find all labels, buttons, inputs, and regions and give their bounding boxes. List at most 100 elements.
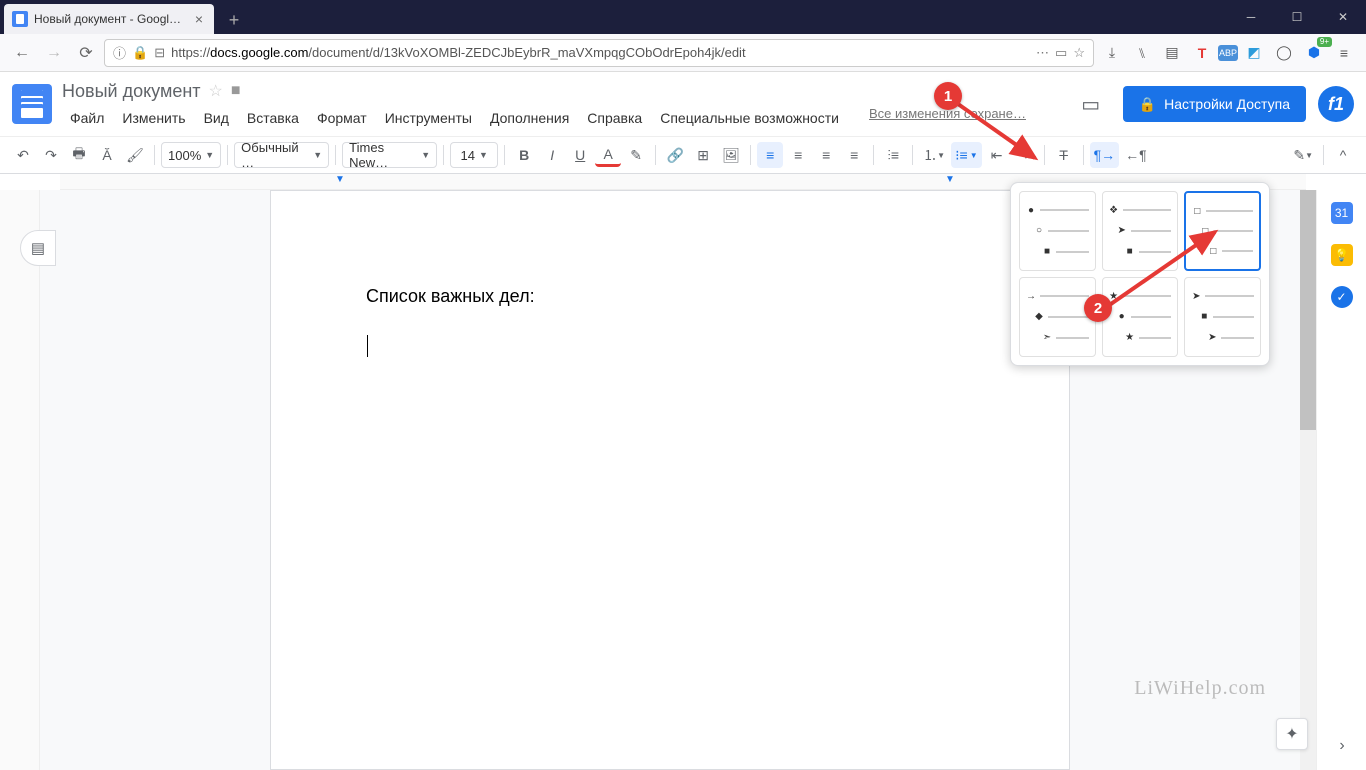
info-icon[interactable]: ⓘ — [113, 43, 126, 62]
clear-formatting-button[interactable]: T — [1051, 142, 1077, 168]
move-folder-icon[interactable]: ■ — [231, 82, 241, 100]
docs-favicon — [12, 11, 28, 27]
minimize-button[interactable]: ─ — [1228, 0, 1274, 34]
browser-tab[interactable]: Новый документ - Google До × — [4, 4, 214, 34]
side-panel: 31 💡 ✓ — [1316, 190, 1366, 770]
menu-insert[interactable]: Вставка — [239, 106, 307, 130]
menu-format[interactable]: Формат — [309, 106, 375, 130]
extension-screenshot-icon[interactable]: ◩ — [1240, 39, 1268, 67]
annotation-arrow-1 — [950, 96, 1050, 176]
outline-toggle-button[interactable]: ▤ — [20, 230, 56, 266]
browser-nav-bar: ← → ⟳ ⓘ 🔒 ⊟ https://docs.google.com/docu… — [0, 34, 1366, 72]
tab-close-icon[interactable]: × — [192, 12, 206, 26]
window-controls: ─ ☐ ✕ — [1228, 0, 1366, 34]
share-button[interactable]: 🔒 Настройки Доступа — [1123, 86, 1306, 122]
account-icon[interactable]: ◯ — [1270, 39, 1298, 67]
reload-button[interactable]: ⟳ — [72, 39, 100, 67]
insert-comment-button[interactable]: ⊞ — [690, 142, 716, 168]
underline-button[interactable]: U — [567, 142, 593, 168]
annotation-1: 1 — [934, 82, 962, 110]
new-tab-button[interactable]: + — [220, 6, 248, 34]
italic-button[interactable]: I — [539, 142, 565, 168]
align-right-button[interactable]: ≡ — [813, 142, 839, 168]
back-button[interactable]: ← — [8, 39, 36, 67]
tab-title: Новый документ - Google До — [34, 12, 186, 26]
url-text: https://docs.google.com/document/d/13kVo… — [171, 45, 1030, 60]
lock-icon: 🔒 — [1139, 96, 1156, 113]
browser-tab-bar: Новый документ - Google До × + ─ ☐ ✕ — [0, 0, 1366, 34]
text-color-button[interactable]: A — [595, 144, 621, 167]
annotation-2: 2 — [1084, 294, 1112, 322]
spellcheck-button[interactable]: Ă — [94, 142, 120, 168]
bullet-option-1[interactable]: ● ○ ■ — [1019, 191, 1096, 271]
indent-marker-left[interactable]: ▼ — [335, 174, 345, 185]
text-cursor-line — [366, 335, 974, 358]
scrollbar-thumb[interactable] — [1300, 190, 1316, 430]
align-justify-button[interactable]: ≡ — [841, 142, 867, 168]
collapse-toolbar-button[interactable]: ^ — [1330, 142, 1356, 168]
insert-image-button[interactable]: 🖼 — [718, 142, 744, 168]
share-label: Настройки Доступа — [1164, 96, 1290, 112]
menu-edit[interactable]: Изменить — [114, 106, 193, 130]
permissions-icon[interactable]: ⊟ — [154, 45, 165, 61]
docs-header: Новый документ ☆ ■ Файл Изменить Вид Вст… — [0, 72, 1366, 136]
sidebar-icon[interactable]: ▤ — [1158, 39, 1186, 67]
star-icon[interactable]: ☆ — [209, 81, 223, 101]
bookmark-icon[interactable]: ☆ — [1073, 45, 1085, 61]
user-avatar[interactable]: f1 — [1318, 86, 1354, 122]
document-title[interactable]: Новый документ — [62, 81, 201, 102]
lock-icon: 🔒 — [132, 45, 148, 61]
zoom-select[interactable]: 100%▼ — [161, 142, 221, 168]
comments-icon[interactable]: ▭ — [1071, 84, 1111, 124]
font-select[interactable]: Times New…▼ — [342, 142, 437, 168]
bullet-option-4[interactable]: → ◆ ➣ — [1019, 277, 1096, 357]
menu-tools[interactable]: Инструменты — [377, 106, 480, 130]
menu-bar: Файл Изменить Вид Вставка Формат Инструм… — [62, 106, 1026, 130]
menu-file[interactable]: Файл — [62, 106, 112, 130]
redo-button[interactable]: ↷ — [38, 142, 64, 168]
formatting-toolbar: ↶ ↷ 🖶 Ă 🖌 100%▼ Обычный …▼ Times New…▼ 1… — [0, 136, 1366, 174]
watermark: LiWiHelp.com — [1134, 677, 1266, 700]
extension-container-icon[interactable]: ⬢9+ — [1300, 39, 1328, 67]
address-bar[interactable]: ⓘ 🔒 ⊟ https://docs.google.com/document/d… — [104, 39, 1094, 67]
library-icon[interactable]: ⑊ — [1128, 39, 1156, 67]
vertical-scrollbar[interactable] — [1300, 190, 1316, 770]
extension-t-icon[interactable]: T — [1188, 39, 1216, 67]
editing-mode-button[interactable]: ✎▼ — [1289, 142, 1317, 168]
bold-button[interactable]: B — [511, 142, 537, 168]
tasks-icon[interactable]: ✓ — [1331, 286, 1353, 308]
explore-button[interactable]: ✦ — [1276, 718, 1308, 750]
keep-icon[interactable]: 💡 — [1331, 244, 1353, 266]
document-page[interactable]: Список важных дел: — [270, 190, 1070, 770]
paragraph-style-select[interactable]: Обычный …▼ — [234, 142, 329, 168]
docs-logo-icon[interactable] — [12, 84, 52, 124]
align-center-button[interactable]: ≡ — [785, 142, 811, 168]
forward-button[interactable]: → — [40, 39, 68, 67]
calendar-icon[interactable]: 31 — [1331, 202, 1353, 224]
numbered-list-button[interactable]: ⒈▼ — [919, 142, 949, 168]
document-heading-text: Список важных дел: — [366, 286, 974, 307]
menu-help[interactable]: Справка — [579, 106, 650, 130]
maximize-button[interactable]: ☐ — [1274, 0, 1320, 34]
font-size-select[interactable]: 14▼ — [450, 142, 498, 168]
line-spacing-button[interactable]: ⫶≡ — [880, 142, 906, 168]
menu-accessibility[interactable]: Специальные возможности — [652, 106, 847, 130]
vertical-ruler[interactable] — [0, 190, 40, 770]
menu-view[interactable]: Вид — [196, 106, 237, 130]
sidebar-collapse-icon[interactable]: › — [1330, 734, 1354, 758]
extension-abp-icon[interactable]: ABP — [1218, 45, 1238, 61]
paint-format-button[interactable]: 🖌 — [122, 142, 148, 168]
page-actions-icon[interactable]: ⋯ — [1036, 45, 1049, 61]
highlight-color-button[interactable]: ✎ — [623, 142, 649, 168]
ltr-button[interactable]: ¶→ — [1090, 142, 1120, 168]
close-window-button[interactable]: ✕ — [1320, 0, 1366, 34]
downloads-icon[interactable]: ⤓ — [1098, 39, 1126, 67]
menu-icon[interactable]: ≡ — [1330, 39, 1358, 67]
reader-icon[interactable]: ▭ — [1055, 45, 1067, 61]
undo-button[interactable]: ↶ — [10, 142, 36, 168]
insert-link-button[interactable]: 🔗 — [662, 142, 688, 168]
align-left-button[interactable]: ≡ — [757, 142, 783, 168]
print-button[interactable]: 🖶 — [66, 142, 92, 168]
rtl-button[interactable]: ←¶ — [1121, 142, 1151, 168]
menu-addons[interactable]: Дополнения — [482, 106, 577, 130]
